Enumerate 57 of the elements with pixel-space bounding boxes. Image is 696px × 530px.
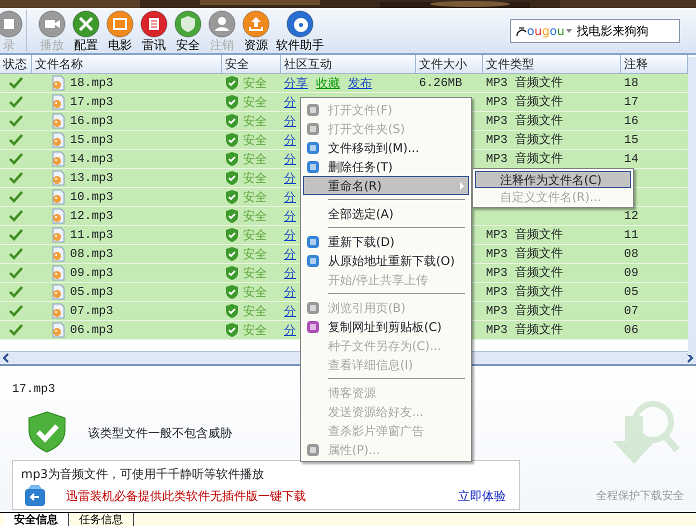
file-type: MP3 音频文件 <box>486 284 563 301</box>
comment: 17 <box>624 94 638 111</box>
file-name: 05.mp3 <box>70 284 114 301</box>
comment: 14 <box>624 151 638 168</box>
file-name: 09.mp3 <box>70 265 114 282</box>
file-type: MP3 音频文件 <box>486 303 563 320</box>
file-type: MP3 音频文件 <box>486 75 563 92</box>
file-name: 15.mp3 <box>70 132 114 149</box>
file-type: MP3 音频文件 <box>486 94 563 111</box>
security-status: 安全 <box>243 151 267 168</box>
security-status: 安全 <box>243 189 267 206</box>
comment: 05 <box>624 284 638 301</box>
security-status: 安全 <box>243 284 267 301</box>
file-size: 6.26MB <box>419 75 462 92</box>
security-status: 安全 <box>243 208 267 225</box>
security-status: 安全 <box>243 113 267 130</box>
security-status: 安全 <box>243 246 267 263</box>
file-type-info: mp3为音频文件，可使用千千静听等软件播放 <box>21 466 264 483</box>
comment: 16 <box>624 113 638 130</box>
search-engine-name: ougou <box>527 22 565 40</box>
comment: 11 <box>624 227 638 244</box>
file-type: MP3 音频文件 <box>486 227 563 244</box>
file-type: MP3 音频文件 <box>486 132 563 149</box>
security-status: 安全 <box>243 94 267 111</box>
file-name: 12.mp3 <box>70 208 114 225</box>
file-name: 17.mp3 <box>70 94 114 111</box>
file-name: 16.mp3 <box>70 113 114 130</box>
comment: 12 <box>624 208 638 225</box>
safety-verdict: 该类型文件一般不包含威胁 <box>88 425 232 442</box>
security-status: 安全 <box>243 303 267 320</box>
security-status: 安全 <box>243 227 267 244</box>
security-status: 安全 <box>243 265 267 282</box>
detail-file-name: 17.mp3 <box>12 381 56 398</box>
file-type: MP3 音频文件 <box>486 322 563 339</box>
file-name: 14.mp3 <box>70 151 114 168</box>
comment: 08 <box>624 246 638 263</box>
comment: 15 <box>624 132 638 149</box>
security-status: 安全 <box>243 322 267 339</box>
security-status: 安全 <box>243 132 267 149</box>
background-caption: 全程保护下载安全 <box>596 488 684 504</box>
file-name: 07.mp3 <box>70 303 114 320</box>
security-status: 安全 <box>243 170 267 187</box>
file-type: MP3 音频文件 <box>486 246 563 263</box>
file-name: 11.mp3 <box>70 227 114 244</box>
file-name: 06.mp3 <box>70 322 114 339</box>
comment: 18 <box>624 75 638 92</box>
file-type: MP3 音频文件 <box>486 113 563 130</box>
comment: 06 <box>624 322 638 339</box>
comment: 09 <box>624 265 638 282</box>
file-name: 08.mp3 <box>70 246 114 263</box>
file-name: 10.mp3 <box>70 189 114 206</box>
file-name: 13.mp3 <box>70 170 114 187</box>
file-name: 18.mp3 <box>70 75 114 92</box>
security-status: 安全 <box>243 75 267 92</box>
file-type: MP3 音频文件 <box>486 265 563 282</box>
comment: 07 <box>624 303 638 320</box>
file-type: MP3 音频文件 <box>486 151 563 168</box>
